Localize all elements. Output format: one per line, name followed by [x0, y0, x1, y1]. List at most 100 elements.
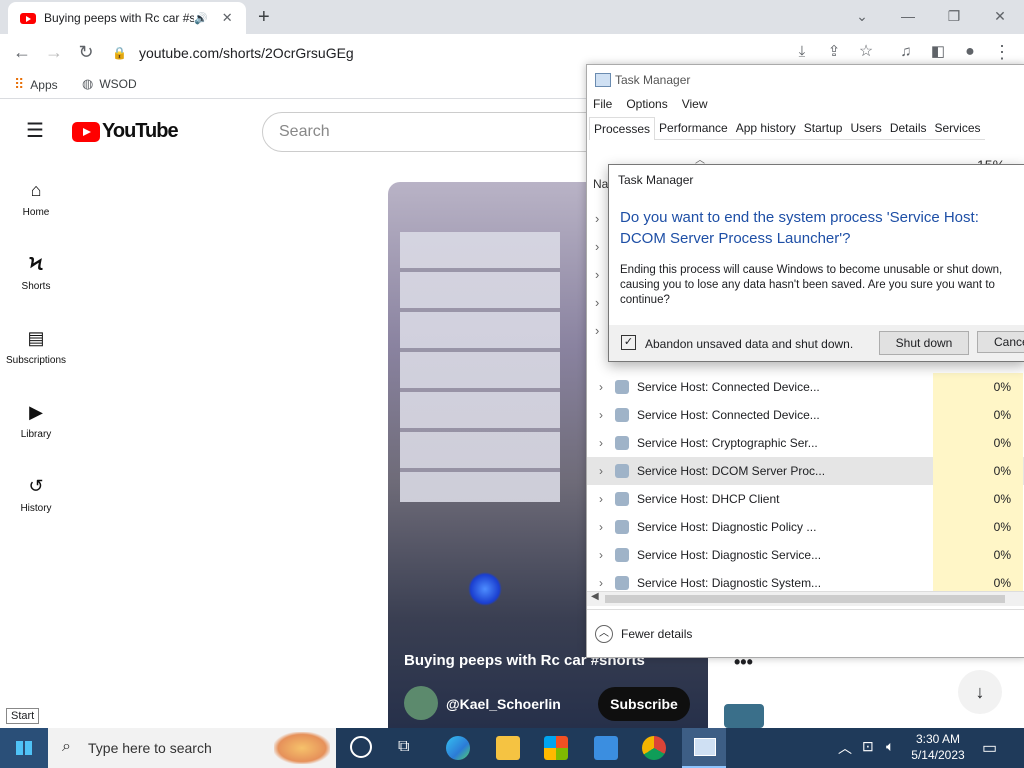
process-name: Service Host: Connected Device...: [637, 380, 820, 394]
tab-users[interactable]: Users: [846, 117, 886, 140]
media-control-icon[interactable]: ♫: [894, 40, 918, 64]
row-expand-chevron-icon[interactable]: ›: [595, 239, 599, 254]
task-manager-title: Task Manager: [615, 73, 691, 87]
subscriptions-icon: ▤: [27, 328, 45, 348]
row-expand-chevron-icon[interactable]: ›: [595, 211, 599, 226]
start-button[interactable]: [0, 728, 48, 768]
tab-app-history[interactable]: App history: [731, 117, 800, 140]
forward-button[interactable]: →: [42, 40, 66, 64]
row-expand-chevron-icon[interactable]: ›: [591, 380, 611, 394]
profile-avatar-icon[interactable]: ●: [958, 40, 982, 64]
process-name: Service Host: DCOM Server Proc...: [637, 464, 826, 478]
process-row-selected[interactable]: › Service Host: DCOM Server Proc... 0%: [587, 457, 1024, 485]
subscribe-button[interactable]: Subscribe: [598, 687, 690, 721]
back-button[interactable]: ←: [10, 40, 34, 64]
process-row[interactable]: › Service Host: Cryptographic Ser... 0%: [587, 429, 1024, 457]
minimize-button[interactable]: —: [888, 4, 928, 28]
row-expand-chevron-icon[interactable]: ›: [595, 267, 599, 282]
lock-icon[interactable]: 🔒: [112, 46, 127, 60]
tab-close-icon[interactable]: ✕: [222, 10, 233, 26]
browser-tab[interactable]: Buying peeps with Rc car #sh 🔊 ✕: [8, 2, 246, 34]
store-icon[interactable]: [544, 736, 568, 760]
row-expand-chevron-icon[interactable]: ›: [591, 436, 611, 450]
end-process-dialog[interactable]: Task Manager Do you want to end the syst…: [608, 164, 1024, 362]
share-icon[interactable]: ⇪: [822, 40, 846, 64]
process-row[interactable]: › Service Host: DHCP Client 0%: [587, 485, 1024, 513]
menu-file[interactable]: File: [593, 97, 612, 111]
menu-view[interactable]: View: [682, 97, 708, 111]
task-view-icon[interactable]: ⧉: [398, 738, 409, 756]
guide-item-history[interactable]: ↺ History: [0, 476, 72, 514]
bookmark-apps[interactable]: ⠿ Apps: [14, 76, 58, 93]
address-bar[interactable]: 🔒 youtube.com/shorts/2OcrGrsuGEg: [112, 40, 592, 66]
taskbar-clock[interactable]: 3:30 AM 5/14/2023: [900, 731, 976, 763]
checkbox-label: Abandon unsaved data and shut down.: [645, 337, 854, 351]
row-expand-chevron-icon[interactable]: ›: [595, 295, 599, 310]
chrome-icon[interactable]: [642, 736, 666, 760]
guide-item-library[interactable]: ▶ Library: [0, 402, 72, 440]
mail-icon[interactable]: [594, 736, 618, 760]
guide-item-subscriptions[interactable]: ▤ Subscriptions: [0, 328, 72, 366]
tab-search-chevron-icon[interactable]: ⌄: [842, 4, 882, 28]
process-row[interactable]: › Service Host: Diagnostic Policy ... 0%: [587, 513, 1024, 541]
shut-down-button[interactable]: Shut down: [879, 331, 969, 355]
row-expand-chevron-icon[interactable]: ›: [591, 492, 611, 506]
guide-item-shorts[interactable]: Ϟ Shorts: [0, 254, 72, 292]
tab-details[interactable]: Details: [885, 117, 931, 140]
install-app-icon[interactable]: ⤓: [790, 40, 814, 64]
side-panel-icon[interactable]: ◧: [926, 40, 950, 64]
tab-processes[interactable]: Processes: [589, 117, 656, 140]
search-highlight-image: [274, 732, 330, 764]
process-cpu: 0%: [933, 541, 1023, 569]
task-manager-taskbar-button[interactable]: [682, 728, 726, 768]
row-expand-chevron-icon[interactable]: ›: [595, 323, 599, 338]
process-row[interactable]: › Service Host: Diagnostic Service... 0%: [587, 541, 1024, 569]
row-expand-chevron-icon[interactable]: ›: [591, 576, 611, 590]
cortana-icon[interactable]: [350, 736, 372, 758]
youtube-wordmark: YouTube: [102, 120, 179, 142]
tab-startup[interactable]: Startup: [799, 117, 847, 140]
network-icon[interactable]: ⊡: [862, 738, 874, 755]
process-name: Service Host: Diagnostic Policy ...: [637, 520, 817, 534]
new-tab-button[interactable]: +: [258, 6, 270, 29]
row-expand-chevron-icon[interactable]: ›: [591, 464, 611, 478]
taskbar-search-box[interactable]: ⌕ Type here to search: [48, 728, 336, 768]
channel-avatar[interactable]: [404, 686, 438, 720]
row-expand-chevron-icon[interactable]: ›: [591, 548, 611, 562]
scroll-left-icon[interactable]: ◀: [591, 591, 599, 602]
gear-icon: [615, 408, 629, 422]
tab-performance[interactable]: Performance: [655, 117, 732, 140]
chrome-menu-icon[interactable]: ⋮: [990, 40, 1014, 64]
edge-icon[interactable]: [446, 736, 470, 760]
youtube-logo[interactable]: YouTube: [72, 120, 179, 143]
close-window-button[interactable]: ✕: [980, 4, 1020, 28]
next-short-button[interactable]: ↓: [958, 670, 1002, 714]
reload-button[interactable]: ↻: [74, 40, 98, 64]
abandon-data-checkbox[interactable]: ✓: [621, 335, 636, 350]
horizontal-scrollbar[interactable]: ◀: [587, 591, 1024, 606]
file-explorer-icon[interactable]: [496, 736, 520, 760]
process-row[interactable]: › Service Host: Connected Device... 0%: [587, 373, 1024, 401]
scrollbar-thumb[interactable]: [605, 595, 1005, 603]
channel-name[interactable]: @Kael_Schoerlin: [446, 696, 561, 712]
volume-icon[interactable]: 🔈︎: [886, 738, 894, 755]
youtube-search-input[interactable]: Search: [262, 112, 604, 152]
fewer-details-button[interactable]: ︿ Fewer details: [595, 625, 692, 643]
row-expand-chevron-icon[interactable]: ›: [591, 520, 611, 534]
restore-button[interactable]: ❐: [934, 4, 974, 28]
notification-center-icon[interactable]: ▭: [982, 738, 997, 758]
bookmark-wsod[interactable]: ◍ WSOD: [82, 76, 137, 92]
guide-item-home[interactable]: ⌂ Home: [0, 180, 72, 218]
next-short-thumbnail[interactable]: [724, 704, 764, 728]
process-row[interactable]: › Service Host: Connected Device... 0%: [587, 401, 1024, 429]
speaker-icon[interactable]: 🔊: [194, 12, 208, 25]
show-hidden-icons-icon[interactable]: ︿: [838, 738, 852, 758]
name-column-header[interactable]: Na: [593, 177, 608, 191]
hamburger-menu-icon[interactable]: ☰: [26, 118, 44, 143]
guide-label: Home: [22, 207, 50, 218]
bookmark-star-icon[interactable]: ☆: [854, 40, 878, 64]
row-expand-chevron-icon[interactable]: ›: [591, 408, 611, 422]
menu-options[interactable]: Options: [626, 97, 667, 111]
cancel-button[interactable]: Cancel: [977, 331, 1024, 353]
tab-services[interactable]: Services: [930, 117, 985, 140]
